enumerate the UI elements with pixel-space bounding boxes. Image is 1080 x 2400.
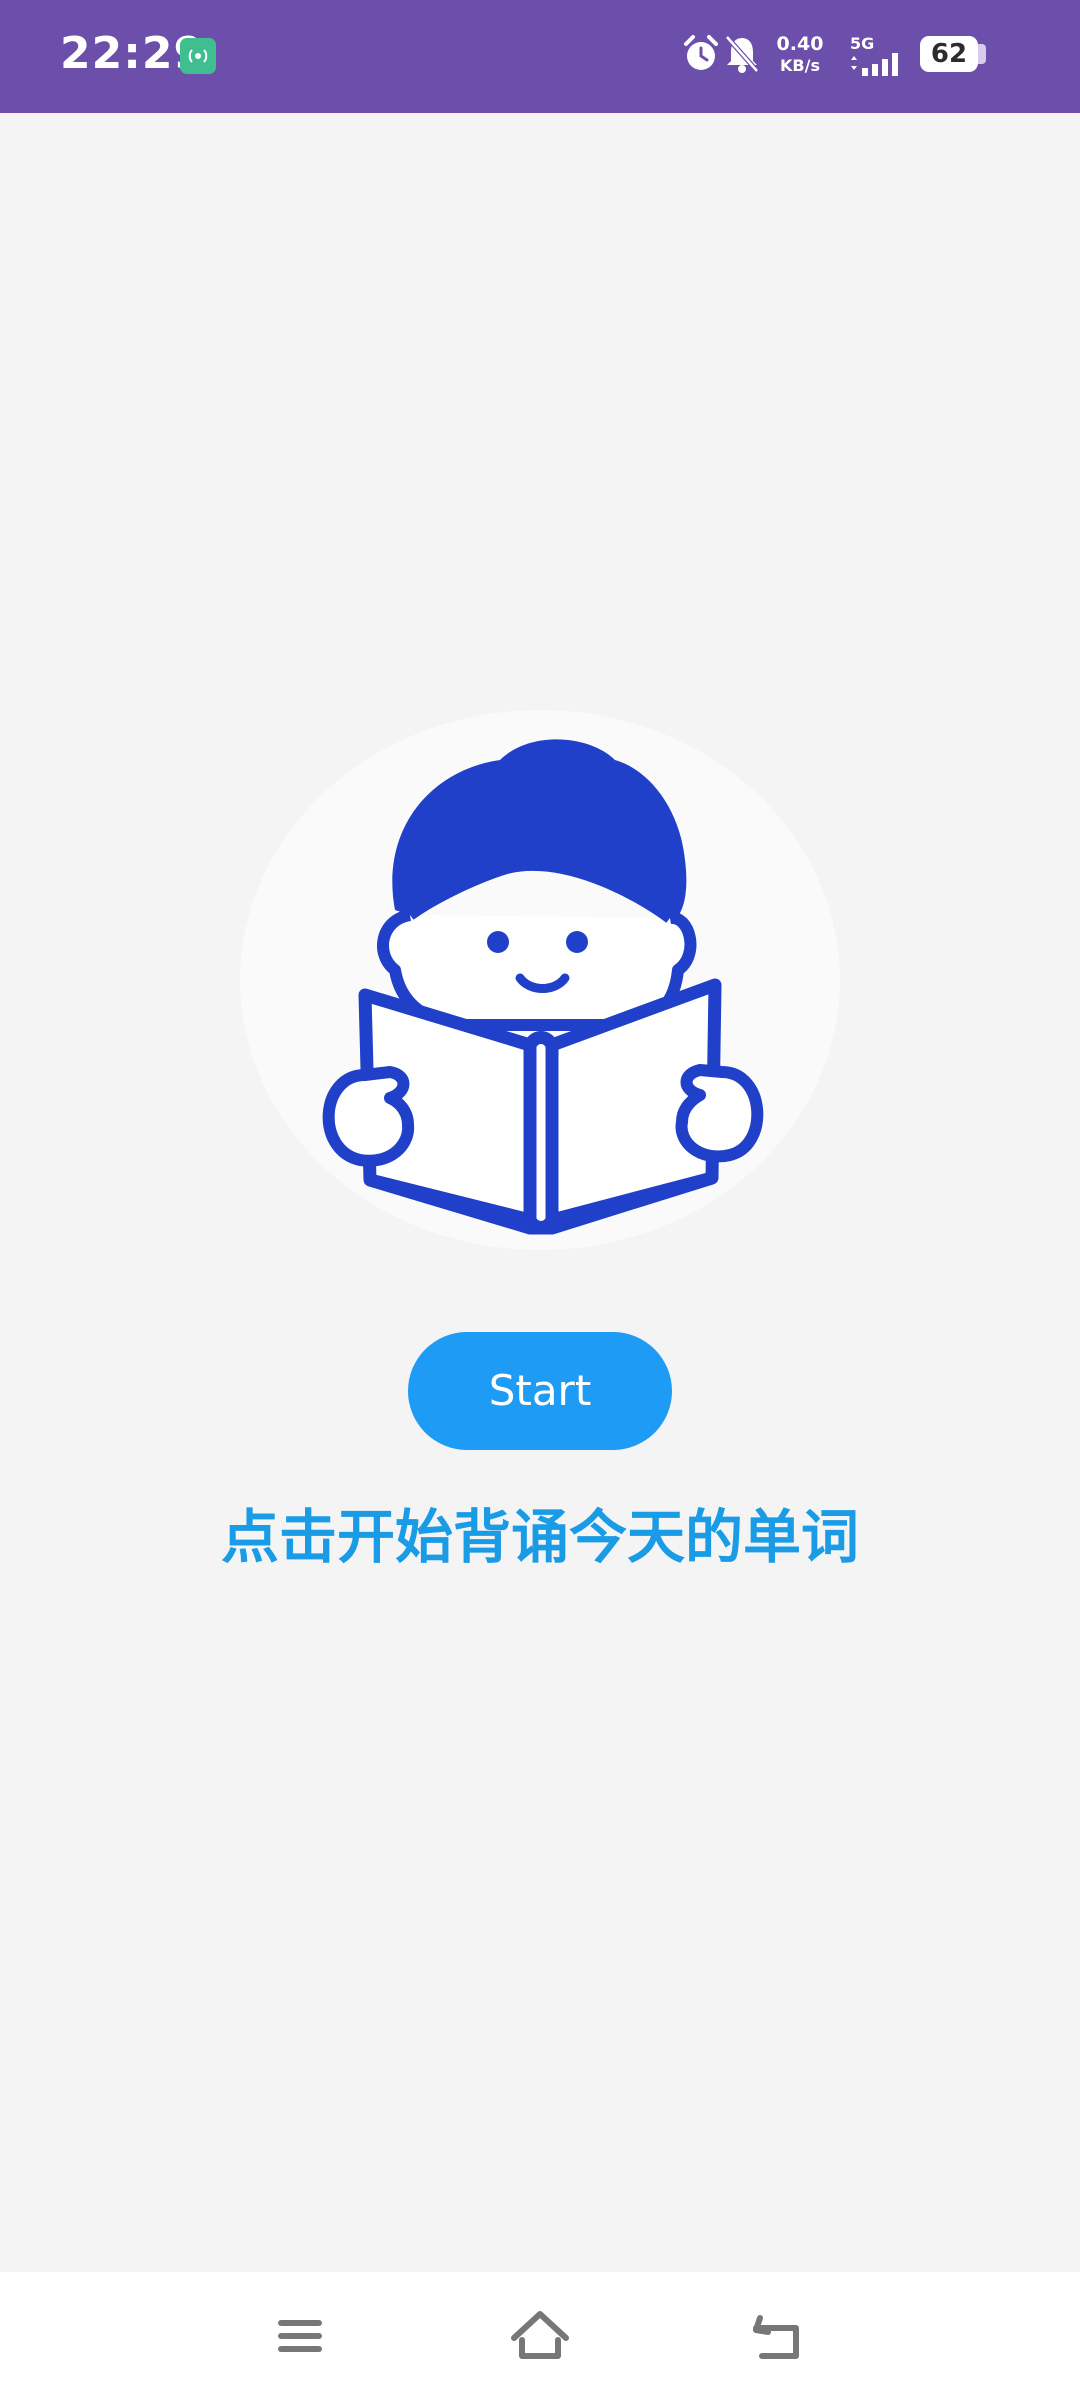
home-icon[interactable] <box>500 2304 580 2368</box>
network-speed-value: 0.40 <box>776 33 824 55</box>
status-bar: 22:29 0.40 KB/s 5G 62 <box>0 0 1080 113</box>
bell-off-icon <box>725 35 759 73</box>
status-indicators: 0.40 KB/s 5G 62 <box>660 0 1080 113</box>
network-speed-unit: KB/s <box>780 56 820 75</box>
battery-tip <box>978 44 986 64</box>
signal-icon <box>851 53 898 76</box>
navigation-bar <box>0 2272 1080 2400</box>
network-type: 5G <box>850 34 875 53</box>
hotspot-icon <box>180 38 216 74</box>
start-hint-text: 点击开始背诵今天的单词 <box>220 1503 859 1571</box>
back-icon[interactable] <box>740 2304 820 2368</box>
network-speed: 0.40 KB/s <box>770 34 830 76</box>
start-button[interactable]: Start <box>408 1332 672 1450</box>
alarm-icon <box>684 35 718 70</box>
boy-reading-book-icon <box>240 710 840 1250</box>
battery-icon: 62 <box>920 36 978 72</box>
menu-icon[interactable] <box>260 2304 340 2368</box>
